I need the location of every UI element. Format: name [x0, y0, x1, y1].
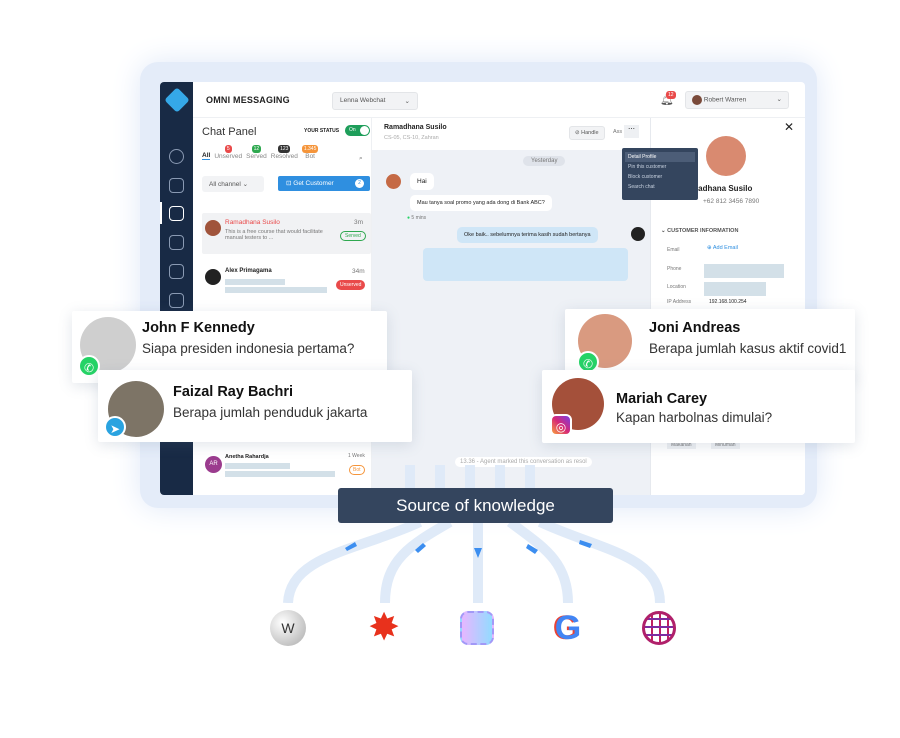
card-message: Kapan harbolnas dimulai?: [616, 410, 773, 425]
whatsapp-icon: ●: [407, 215, 411, 221]
message-time: 5 mins: [411, 215, 427, 221]
web-globe-icon: [635, 603, 683, 653]
more-icon[interactable]: ⋯: [624, 125, 639, 138]
instagram-icon: ◎: [550, 414, 572, 436]
get-customer-button[interactable]: ⊡ Get Customer 2: [278, 176, 370, 191]
customer-card-mariah[interactable]: ◎ Mariah Carey Kapan harbolnas dimulai?: [542, 370, 855, 443]
panel-title: Chat Panel: [202, 126, 257, 138]
app-title: OMNI MESSAGING: [206, 95, 290, 105]
avatar: [205, 220, 221, 236]
tab-served[interactable]: 12 Served: [246, 145, 267, 160]
preview: This is a free course that would facilit…: [225, 229, 323, 241]
menu-item-detail-profile[interactable]: Detail Profile: [625, 152, 695, 162]
contact-name: Ramadhana Susilo: [225, 219, 280, 226]
message-bubble: Oke baik.. sebelumnya terima kasih sudah…: [457, 227, 598, 243]
menu-item-search[interactable]: Search chat: [625, 182, 695, 192]
assign-button[interactable]: Ass: [613, 129, 622, 135]
tab-bot[interactable]: 1.345 Bot: [301, 145, 319, 160]
card-message: Berapa jumlah kasus aktif covid1: [649, 341, 847, 356]
list-item[interactable]: Alex Primagama 34m Unserved: [202, 263, 371, 303]
top-bar: OMNI MESSAGING Lenna Webchat ⌄ 🔔︎ 12 Rober…: [193, 82, 805, 118]
apps-icon[interactable]: [169, 206, 184, 221]
search-icon[interactable]: ⌕: [359, 155, 363, 163]
whatsapp-icon: ✆: [78, 355, 100, 377]
bell-icon[interactable]: 🔔︎ 12: [660, 91, 676, 106]
ip-address: 192.168.100.254: [709, 299, 747, 305]
channel-filter[interactable]: All channel ⌄: [202, 176, 264, 192]
date-divider: Yesterday: [523, 156, 566, 166]
card-name: John F Kennedy: [142, 320, 255, 336]
dashboard-icon[interactable]: [169, 149, 184, 164]
profile-avatar: [706, 136, 746, 176]
channel-select-value: Lenna Webchat: [340, 97, 386, 104]
avatar: [386, 174, 401, 189]
time: 1 Week: [348, 453, 365, 459]
avatar: [631, 227, 645, 241]
close-icon[interactable]: ✕: [784, 120, 794, 134]
card-message: Berapa jumlah penduduk jakarta: [173, 405, 368, 420]
menu-item-block[interactable]: Block customer: [625, 172, 695, 182]
tab-unserved[interactable]: 5 Unserved: [214, 145, 242, 160]
tab-all[interactable]: All: [202, 145, 211, 160]
menu-item-pin[interactable]: Pin this customer: [625, 162, 695, 172]
tab-resolved[interactable]: 123 Resolved: [271, 145, 298, 160]
ai-brain-icon: [453, 603, 501, 653]
card-name: Faizal Ray Bachri: [173, 384, 294, 400]
bot-icon[interactable]: [169, 235, 184, 250]
time: 3m: [354, 219, 364, 226]
assigned-agents: CS-05, CS-10, Zahran: [384, 135, 439, 141]
card-message: Siapa presiden indonesia pertama?: [142, 341, 355, 356]
list-item[interactable]: Ramadhana Susilo 3m This is a free cours…: [202, 213, 371, 254]
avatar: [692, 95, 702, 105]
contact-name: Ramadhana Susilo: [384, 124, 447, 131]
source-of-knowledge-label: Source of knowledge: [338, 488, 613, 523]
status-toggle[interactable]: On: [345, 125, 370, 136]
wikipedia-icon: W: [264, 603, 312, 653]
avatar: [205, 269, 221, 285]
status-toggle-label: On: [349, 127, 356, 133]
telegram-icon: ➤: [104, 416, 126, 438]
tabs: All 5 Unserved 12 Served 123 Resolved 1.345…: [202, 145, 319, 160]
status-label: YOUR STATUS: [304, 128, 340, 134]
message-bubble: [423, 248, 628, 281]
chevron-down-icon: ⌄: [776, 96, 782, 103]
add-email-button[interactable]: ⊕ Add Email: [707, 245, 738, 251]
handle-button[interactable]: ⊘ Handle: [569, 126, 605, 140]
chevron-down-icon: ⌄: [404, 98, 410, 105]
conversation-header: Ramadhana Susilo CS-05, CS-10, Zahran ⊘ …: [372, 118, 650, 150]
integration-icon[interactable]: [169, 264, 184, 279]
user-menu[interactable]: Robert Warren ⌄: [685, 91, 789, 109]
knowledge-connectors: [283, 465, 665, 604]
google-icon: G: [544, 603, 592, 653]
users-icon[interactable]: [169, 293, 184, 308]
profile-phone: +62 812 3456 7890: [703, 198, 760, 205]
section-title: CUSTOMER INFORMATION: [667, 228, 739, 234]
flow-icon[interactable]: [169, 178, 184, 193]
profile-name: madhana Susilo: [691, 184, 753, 193]
wolfram-alpha-icon: ✸: [360, 603, 408, 653]
active-indicator: [160, 202, 162, 224]
customer-card-faizal[interactable]: ➤ Faizal Ray Bachri Berapa jumlah pendudu…: [98, 370, 412, 442]
location-field[interactable]: [704, 282, 766, 296]
status-badge: Served: [340, 231, 366, 241]
phone-field[interactable]: [704, 264, 784, 278]
notification-badge: 12: [666, 91, 676, 99]
message-bubble: Hai: [410, 173, 434, 190]
user-name: Robert Warren: [703, 96, 747, 104]
channel-select[interactable]: Lenna Webchat ⌄: [332, 92, 418, 110]
card-name: Mariah Carey: [616, 391, 708, 407]
logo-icon: [164, 87, 190, 113]
time: 34m: [352, 268, 365, 275]
contact-name: Alex Primagama: [225, 268, 272, 274]
context-menu: Detail Profile Pin this customer Block c…: [622, 148, 698, 200]
message-bubble: Mau tanya soal promo yang ada dong di Ba…: [410, 195, 552, 211]
card-name: Joni Andreas: [649, 320, 741, 336]
status-badge: Unserved: [336, 280, 366, 290]
